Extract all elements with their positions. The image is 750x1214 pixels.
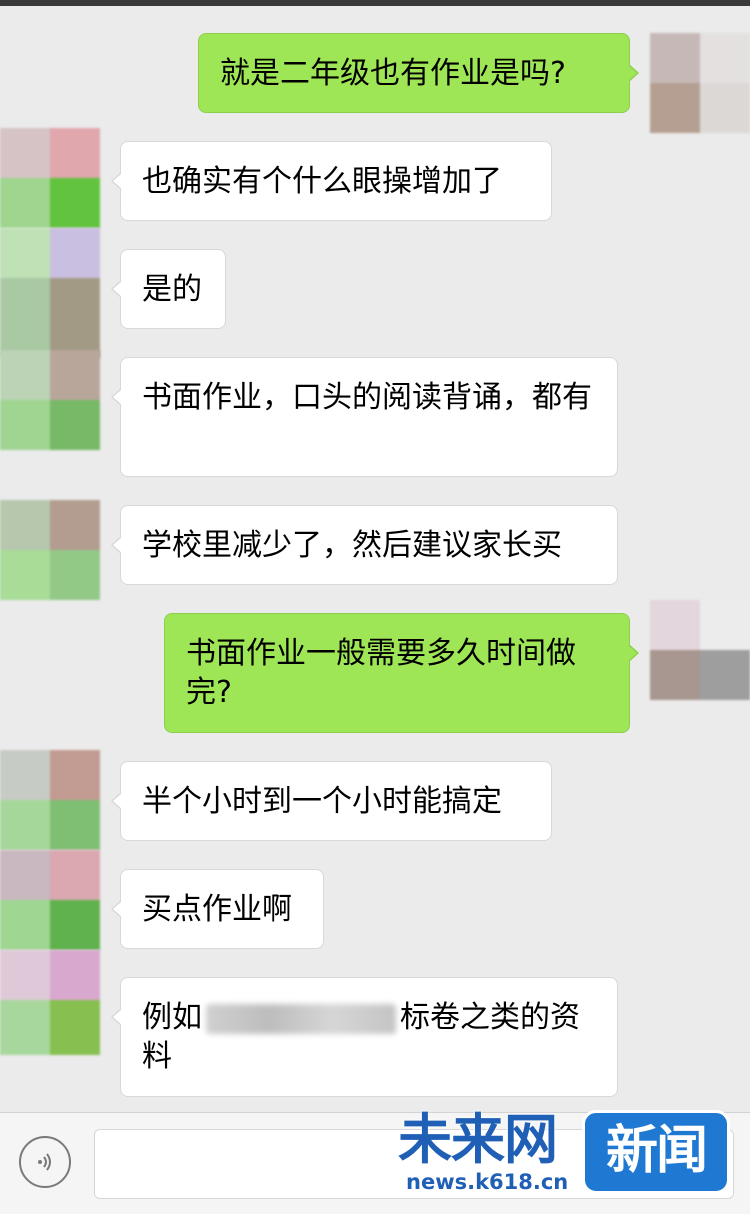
status-bar-strip <box>0 0 750 6</box>
message-text: 书面作业一般需要多久时间做完? <box>186 636 576 710</box>
contact-avatar[interactable] <box>0 500 100 600</box>
chat-bubble-sent[interactable]: 书面作业一般需要多久时间做完? <box>164 613 639 733</box>
contact-avatar[interactable] <box>0 750 100 850</box>
message-text: 也确实有个什么眼操增加了 <box>142 164 502 199</box>
watermark-url: news.k618.cn <box>406 1170 569 1194</box>
chat-bubble-received[interactable]: 学校里减少了，然后建议家长买 <box>111 505 618 585</box>
message-text: 学校里减少了，然后建议家长买 <box>142 528 562 563</box>
contact-avatar[interactable] <box>0 350 100 450</box>
chat-bubble-received[interactable]: 例如 标卷之类的资料 <box>111 977 618 1097</box>
voice-icon[interactable] <box>19 1136 71 1188</box>
watermark-brand: 未来网 <box>398 1108 558 1171</box>
message-text-before: 例如 <box>142 1000 202 1035</box>
chat-bubble-received[interactable]: 也确实有个什么眼操增加了 <box>111 141 552 221</box>
my-avatar[interactable] <box>650 33 750 133</box>
contact-avatar[interactable] <box>0 228 100 358</box>
contact-avatar[interactable] <box>0 128 100 228</box>
my-avatar[interactable] <box>650 600 750 700</box>
watermark-logo: 未来网 新闻 news.k618.cn <box>398 1108 734 1198</box>
chat-bubble-received[interactable]: 书面作业，口头的阅读背诵，都有 <box>111 357 618 477</box>
message-text: 就是二年级也有作业是吗? <box>220 56 566 91</box>
message-text: 是的 <box>142 272 202 307</box>
chat-bubble-sent[interactable]: 就是二年级也有作业是吗? <box>198 33 639 113</box>
chat-bubble-received[interactable]: 是的 <box>111 249 226 329</box>
chat-bubble-received[interactable]: 买点作业啊 <box>111 869 324 949</box>
contact-avatar[interactable] <box>0 850 100 950</box>
chat-bubble-received[interactable]: 半个小时到一个小时能搞定 <box>111 761 552 841</box>
watermark-news-box: 新闻 <box>582 1110 730 1194</box>
redacted-text <box>206 1003 396 1034</box>
message-text: 半个小时到一个小时能搞定 <box>142 784 502 819</box>
voice-wave-icon <box>38 1153 51 1171</box>
contact-avatar[interactable] <box>0 950 100 1055</box>
message-text: 书面作业，口头的阅读背诵，都有 <box>142 380 592 415</box>
message-text: 买点作业啊 <box>142 892 292 927</box>
